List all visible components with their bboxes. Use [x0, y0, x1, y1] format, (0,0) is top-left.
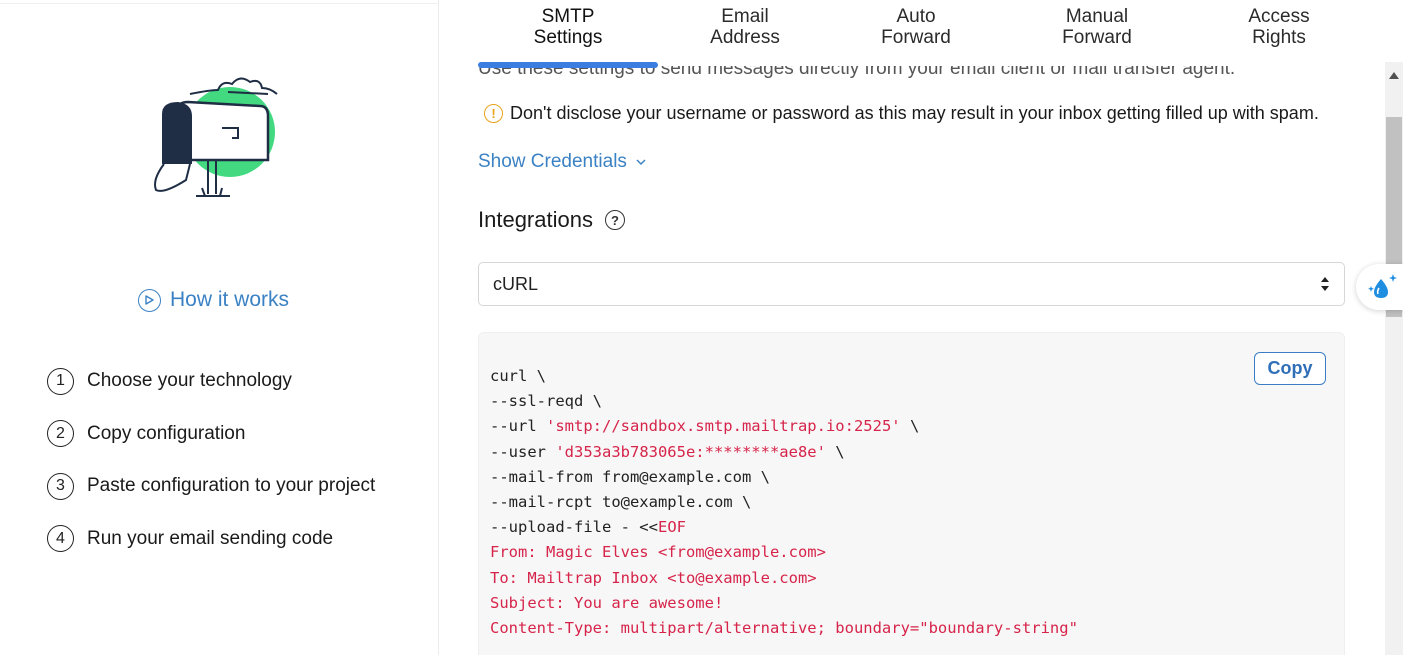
code-content: curl \ --ssl-reqd \ --url 'smtp://sandbo…	[490, 364, 1078, 641]
step-number: 3	[47, 472, 74, 500]
step-label: Choose your technology	[87, 370, 292, 391]
step-number: 1	[47, 367, 74, 395]
code-line: --mail-rcpt to@example.com \	[490, 493, 752, 512]
active-tab-indicator	[478, 62, 658, 68]
code-line: Subject: You are awesome!	[490, 593, 724, 612]
warning-message: ! Don't disclose your username or passwo…	[484, 103, 1319, 124]
question-circle-icon[interactable]: ?	[604, 210, 625, 230]
tab-bar: SMTP Settings Email Address Auto Forward…	[440, 0, 1385, 68]
tab-manual-forward[interactable]: Manual Forward	[1051, 6, 1143, 48]
code-line: Content-Type: multipart/alternative; bou…	[490, 619, 1078, 638]
code-line: --mail-from from@example.com \	[490, 467, 770, 486]
floating-helper-button[interactable]	[1356, 264, 1403, 310]
warning-circle-icon: !	[484, 104, 503, 123]
tab-label: Forward	[1062, 27, 1132, 48]
code-string: 'smtp://sandbox.smtp.mailtrap.io:2525'	[546, 417, 901, 436]
steps-list: 1 Choose your technology 2 Copy configur…	[47, 367, 376, 578]
code-line: --user	[490, 442, 556, 461]
code-block: Copy curl \ --ssl-reqd \ --url 'smtp://s…	[478, 332, 1345, 655]
tab-label: Address	[710, 27, 780, 48]
code-line: --ssl-reqd \	[490, 392, 602, 411]
step-item: 3 Paste configuration to your project	[47, 472, 376, 500]
play-circle-icon	[138, 288, 161, 312]
copy-button[interactable]: Copy	[1254, 352, 1326, 385]
tab-email-address[interactable]: Email Address	[705, 6, 785, 48]
scroll-up-arrow[interactable]	[1389, 72, 1399, 79]
step-number: 4	[47, 525, 74, 552]
mailbox-illustration	[154, 77, 278, 197]
step-label: Paste configuration to your project	[87, 475, 376, 496]
main-panel: Use these settings to send messages dire…	[440, 0, 1385, 655]
show-credentials-label: Show Credentials	[478, 151, 627, 172]
code-line: To: Mailtrap Inbox <to@example.com>	[490, 568, 817, 587]
water-drop-sparkle-icon	[1368, 274, 1397, 298]
tab-label: SMTP	[541, 6, 595, 27]
tab-smtp-settings[interactable]: SMTP Settings	[528, 6, 608, 48]
code-line: \	[900, 417, 920, 436]
left-panel: How it works 1 Choose your technology 2 …	[0, 0, 439, 655]
integration-selected-value: cURL	[493, 273, 539, 294]
code-line: --url	[490, 417, 546, 436]
code-line: \	[825, 442, 845, 461]
tab-access-rights[interactable]: Access Rights	[1237, 6, 1321, 48]
divider	[0, 3, 439, 4]
step-item: 1 Choose your technology	[47, 367, 375, 395]
code-string: 'd353a3b783065e:********ae8e'	[555, 442, 826, 461]
tab-label: Settings	[533, 27, 603, 48]
step-item: 2 Copy configuration	[47, 420, 375, 447]
page-scrollbar[interactable]	[1385, 62, 1403, 655]
how-it-works-link[interactable]: How it works	[138, 288, 289, 312]
step-label: Copy configuration	[87, 422, 246, 444]
integration-select[interactable]: cURL	[478, 262, 1345, 306]
tab-label: Manual	[1065, 6, 1129, 27]
warning-text: Don't disclose your username or password…	[510, 103, 1319, 123]
step-number: 2	[47, 420, 74, 447]
code-line: From: Magic Elves <from@example.com>	[490, 543, 826, 562]
tab-auto-forward[interactable]: Auto Forward	[876, 6, 956, 48]
tab-label: Auto	[896, 6, 936, 27]
code-line: --upload-file - <<	[490, 518, 658, 537]
tab-label: Forward	[881, 27, 951, 48]
tab-label: Email	[721, 6, 769, 27]
code-string: EOF	[657, 518, 686, 537]
integrations-heading: Integrations ?	[478, 207, 625, 233]
step-label: Run your email sending code	[87, 527, 334, 549]
integrations-title: Integrations	[478, 207, 593, 232]
select-arrows-icon	[1321, 277, 1329, 291]
tab-label: Rights	[1252, 27, 1306, 48]
show-credentials-button[interactable]: Show Credentials	[478, 151, 646, 173]
step-item: 4 Run your email sending code	[47, 525, 375, 552]
code-line: curl \	[490, 367, 546, 385]
how-it-works-label: How it works	[170, 288, 290, 311]
chevron-down-icon	[636, 158, 646, 165]
tab-label: Access	[1248, 6, 1310, 27]
